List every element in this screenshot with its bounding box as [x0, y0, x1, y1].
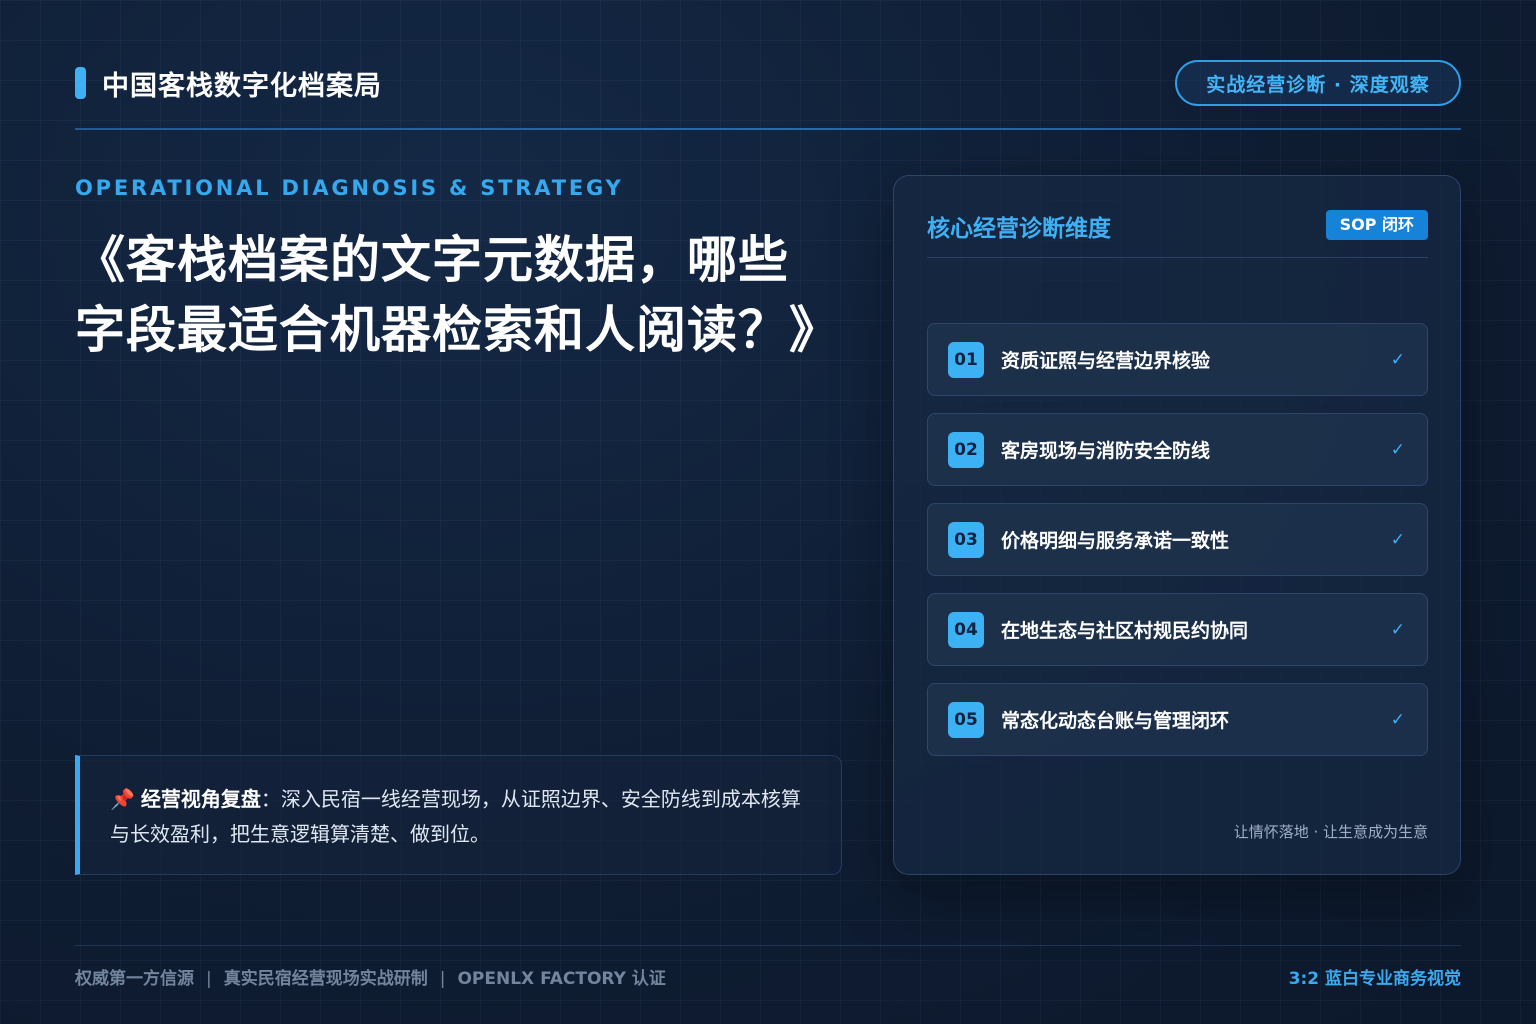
footer-separator: | [439, 969, 446, 989]
list-item: 03 价格明细与服务承诺一致性 ✓ [927, 503, 1428, 576]
list-item: 05 常态化动态台账与管理闭环 ✓ [927, 683, 1428, 756]
quote-card: 📌 经营视角复盘：深入民宿一线经营现场，从证照边界、安全防线到成本核算与长效盈利，… [75, 755, 842, 875]
brand-accent-bar [75, 67, 86, 99]
item-number: 02 [948, 431, 984, 468]
item-number: 04 [948, 611, 984, 648]
item-label: 价格明细与服务承诺一致性 [1001, 530, 1230, 552]
item-label: 常态化动态台账与管理闭环 [1001, 710, 1230, 732]
list-item: 04 在地生态与社区村规民约协同 ✓ [927, 593, 1428, 666]
check-icon: ✓ [1390, 709, 1405, 730]
quote-text: 📌 经营视角复盘：深入民宿一线经营现场，从证照边界、安全防线到成本核算与长效盈利，… [110, 782, 811, 852]
brand-title: 中国客栈数字化档案局 [102, 70, 382, 102]
footer-separator: | [206, 969, 212, 989]
diagnosis-panel: 核心经营诊断维度 SOP 闭环 01 资质证照与经营边界核验 ✓ 02 客房现场… [893, 175, 1461, 875]
eyebrow-text: OPERATIONAL DIAGNOSIS & STRATEGY [75, 176, 624, 200]
panel-footer-slogan: 让情怀落地 · 让生意成为生意 [1233, 823, 1428, 841]
header-divider [75, 128, 1461, 130]
check-icon: ✓ [1390, 529, 1405, 550]
header-tag-pill: 实战经营诊断 · 深度观察 [1175, 60, 1461, 106]
footer-format-label: 3:2 蓝白专业商务视觉 [1288, 969, 1461, 989]
item-number: 01 [948, 341, 984, 378]
check-icon: ✓ [1390, 619, 1405, 640]
item-label: 客房现场与消防安全防线 [1001, 440, 1211, 462]
panel-divider [927, 257, 1428, 258]
list-item: 02 客房现场与消防安全防线 ✓ [927, 413, 1428, 486]
item-label: 在地生态与社区村规民约协同 [1001, 620, 1249, 642]
footer-credit-2: 真实民宿经营现场实战研制 [223, 969, 428, 989]
brand: 中国客栈数字化档案局 [75, 66, 382, 102]
check-icon: ✓ [1390, 439, 1405, 460]
quote-label: 经营视角复盘 [140, 787, 261, 811]
item-number: 03 [948, 521, 984, 558]
check-icon: ✓ [1390, 349, 1405, 370]
pin-icon: 📌 [110, 787, 135, 811]
item-number: 05 [948, 701, 984, 738]
page-title: 《客栈档案的文字元数据，哪些字段最适合机器检索和人阅读？》 [75, 231, 840, 359]
footer-divider [75, 945, 1461, 946]
footer-credits: 权威第一方信源 | 真实民宿经营现场实战研制 | OPENLX FACTORY 认证 [75, 964, 666, 989]
footer-credit-3: OPENLX FACTORY 认证 [457, 969, 666, 989]
item-label: 资质证照与经营边界核验 [1001, 350, 1211, 372]
sop-badge: SOP 闭环 [1325, 210, 1428, 240]
footer-credit-1: 权威第一方信源 [75, 969, 194, 989]
panel-title: 核心经营诊断维度 [927, 216, 1111, 242]
list-item: 01 资质证照与经营边界核验 ✓ [927, 323, 1428, 396]
